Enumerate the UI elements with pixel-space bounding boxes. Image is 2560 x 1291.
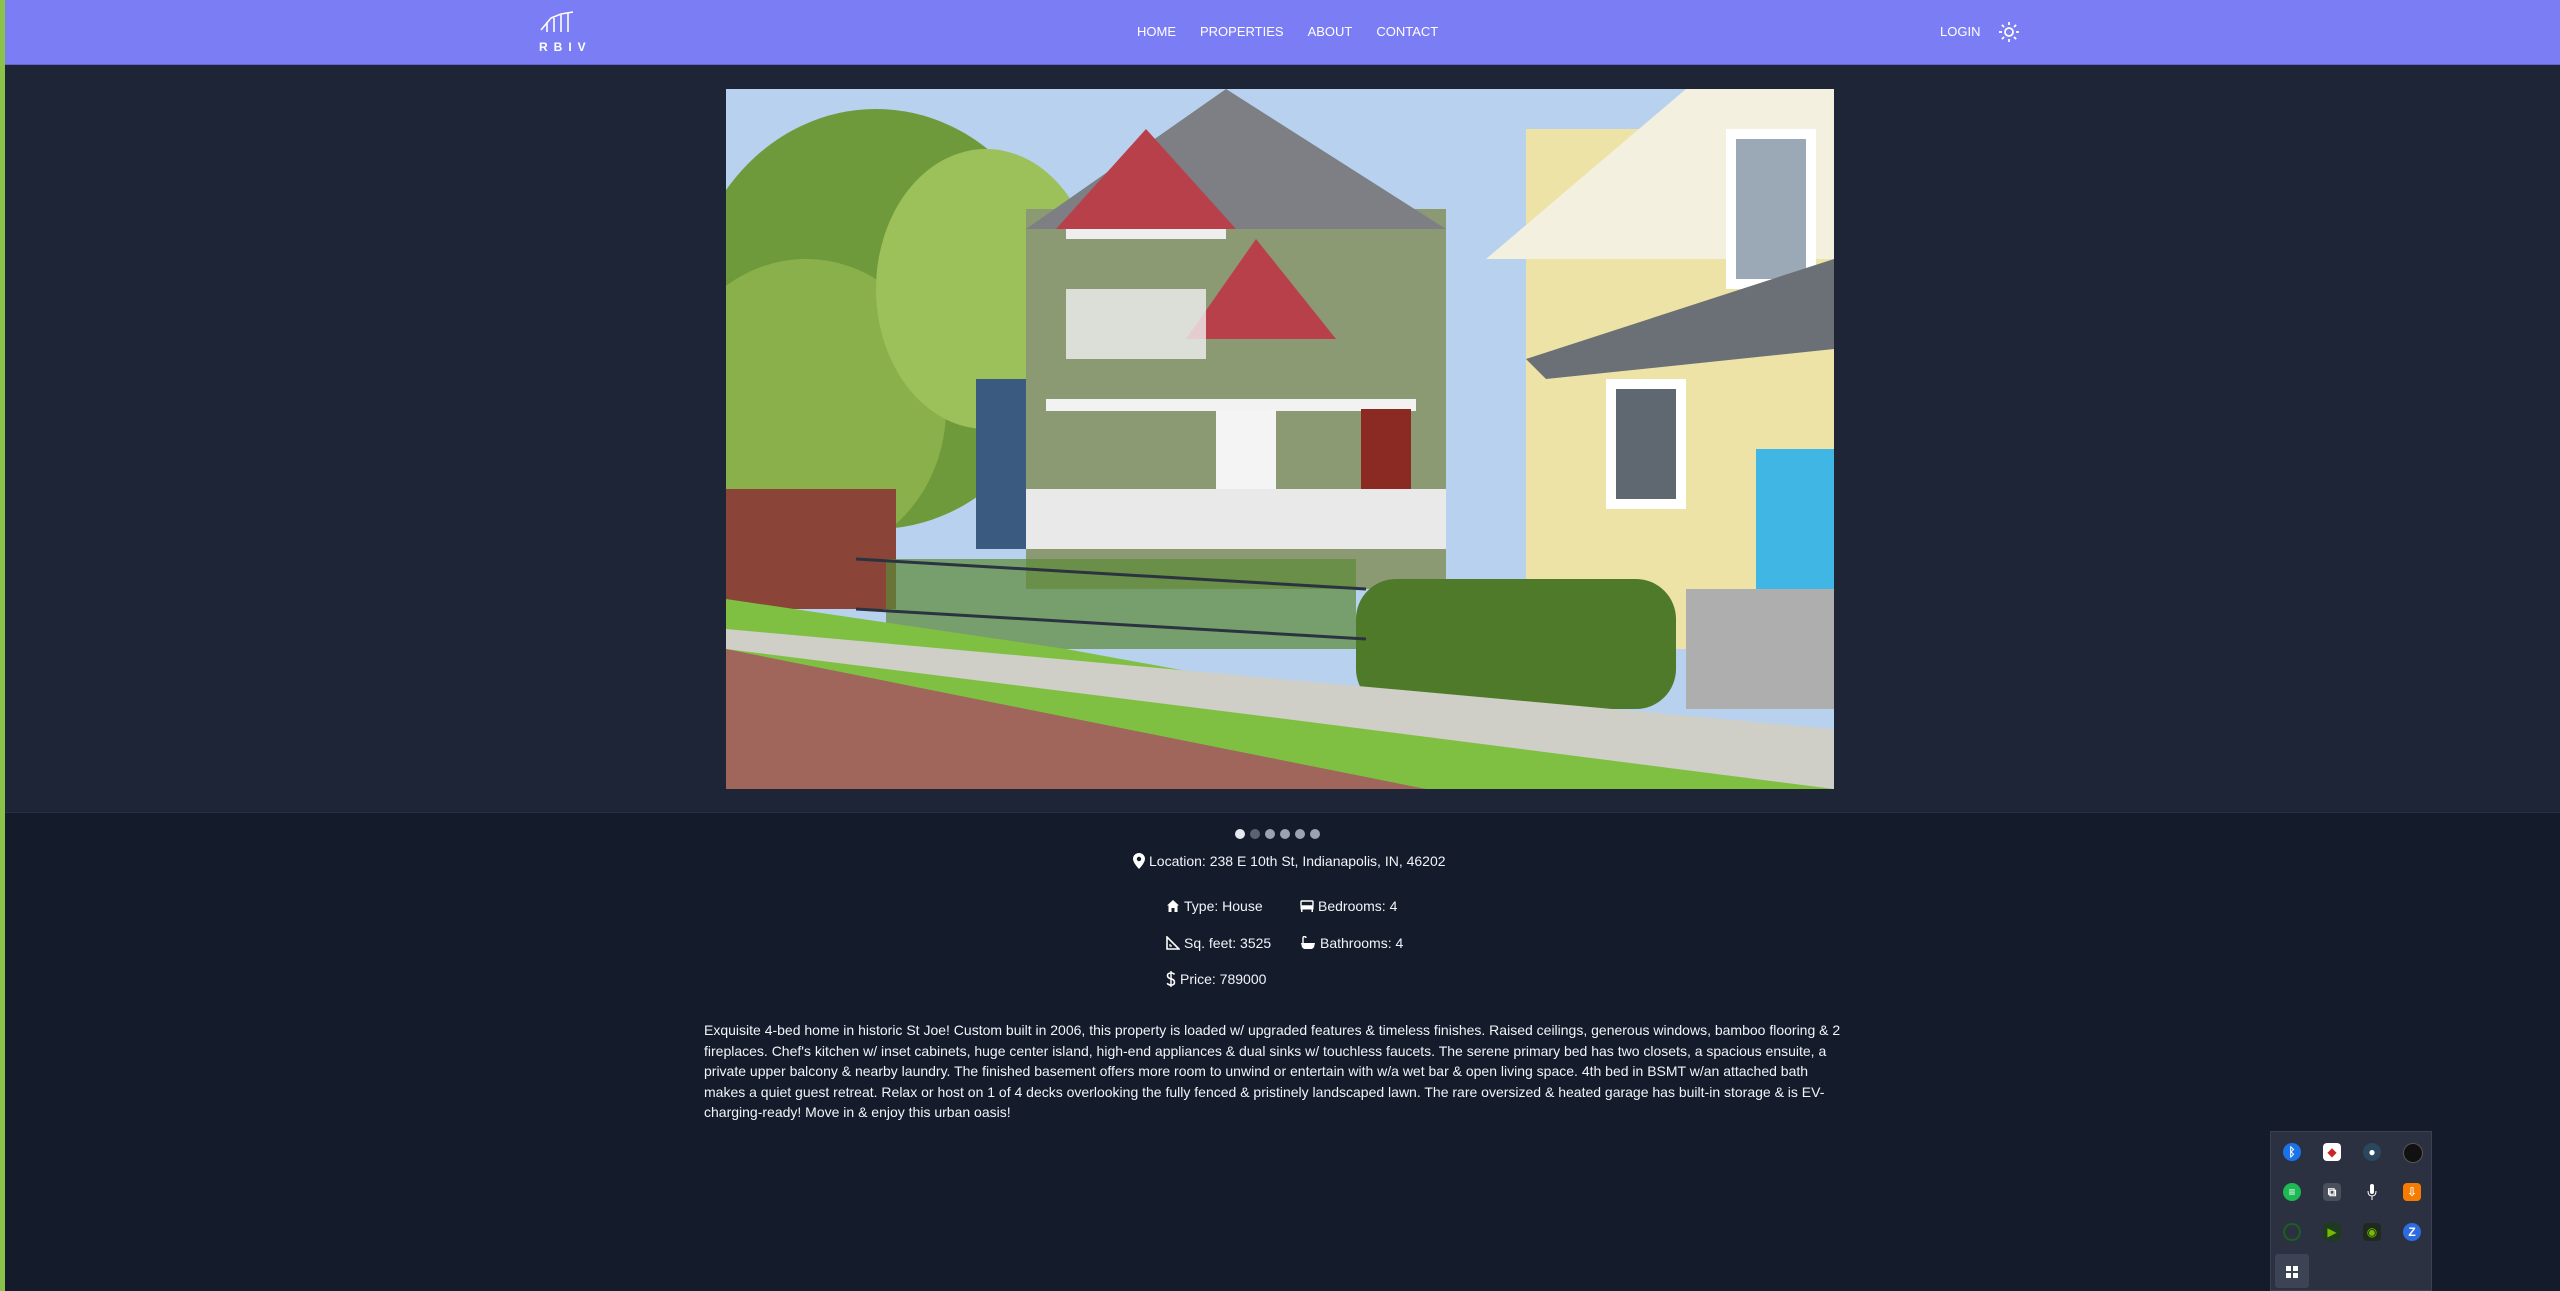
bathrooms-row: Bathrooms: 4 xyxy=(1300,935,1403,951)
home-icon xyxy=(1167,900,1179,912)
bedrooms-text: Bedrooms: 4 xyxy=(1318,898,1398,914)
logo-text: RBIV xyxy=(539,40,592,54)
bluetooth-icon[interactable]: ᛒ xyxy=(2283,1143,2301,1161)
nvidia-icon[interactable]: ◉ xyxy=(2363,1223,2381,1241)
carousel-dot-6[interactable] xyxy=(1310,829,1320,839)
media-play-icon[interactable]: ▶ xyxy=(2323,1223,2341,1241)
microphone-icon[interactable] xyxy=(2363,1183,2381,1201)
main-nav: HOME PROPERTIES ABOUT CONTACT xyxy=(1137,24,1438,39)
login-link[interactable]: LOGIN xyxy=(1940,24,1980,39)
steam-icon[interactable]: ● xyxy=(2363,1143,2381,1161)
sqft-text: Sq. feet: 3525 xyxy=(1184,935,1272,951)
sun-icon[interactable] xyxy=(1997,20,2021,44)
price-row: Price: 789000 xyxy=(1166,971,1266,987)
update-icon[interactable]: ⇩ xyxy=(2403,1183,2421,1201)
navbar: RBIV HOME PROPERTIES ABOUT CONTACT LOGIN xyxy=(5,0,2560,65)
system-tray-overflow: ᛒ ◆ ● ≡ ⧉ ⇩ ▶ ◉ Z xyxy=(2270,1131,2432,1291)
copy-icon[interactable]: ⧉ xyxy=(2323,1183,2341,1201)
nav-home[interactable]: HOME xyxy=(1137,24,1176,39)
bedrooms-row: Bedrooms: 4 xyxy=(1300,898,1397,914)
property-photo[interactable] xyxy=(726,89,1834,789)
carousel-dot-2[interactable] xyxy=(1250,829,1260,839)
type-text: Type: House xyxy=(1184,898,1263,914)
logo-icon xyxy=(540,11,574,32)
carousel-dot-5[interactable] xyxy=(1295,829,1305,839)
spotify-icon[interactable]: ≡ xyxy=(2283,1183,2301,1201)
dollar-icon xyxy=(1166,971,1176,987)
obs-icon[interactable] xyxy=(2403,1143,2423,1163)
bathrooms-text: Bathrooms: 4 xyxy=(1320,935,1404,951)
sqft-row: Sq. feet: 3525 xyxy=(1166,935,1271,951)
location-text: Location: 238 E 10th St, Indianapolis, I… xyxy=(1149,853,1446,869)
price-text: Price: 789000 xyxy=(1180,971,1267,987)
nav-properties[interactable]: PROPERTIES xyxy=(1200,24,1284,39)
map-pin-icon xyxy=(1133,853,1145,869)
location-row: Location: 238 E 10th St, Indianapolis, I… xyxy=(1133,853,1446,869)
security-shield-icon[interactable]: ◆ xyxy=(2323,1143,2341,1161)
type-row: Type: House xyxy=(1166,898,1263,914)
zoom-icon[interactable]: Z xyxy=(2403,1223,2421,1241)
carousel-dot-3[interactable] xyxy=(1265,829,1275,839)
bathtub-icon xyxy=(1301,936,1315,949)
carousel-dot-1[interactable] xyxy=(1235,829,1245,839)
carousel-dot-4[interactable] xyxy=(1280,829,1290,839)
bed-icon xyxy=(1300,900,1314,912)
site-logo[interactable]: RBIV xyxy=(535,10,595,56)
nav-about[interactable]: ABOUT xyxy=(1308,24,1353,39)
ruler-triangle-icon xyxy=(1166,936,1180,950)
property-description: Exquisite 4-bed home in historic St Joe!… xyxy=(704,1022,1841,1120)
taskbar-pin-icon[interactable] xyxy=(2283,1263,2301,1281)
network-icon[interactable] xyxy=(2283,1223,2301,1241)
carousel-dots xyxy=(1235,829,1320,839)
nav-contact[interactable]: CONTACT xyxy=(1376,24,1438,39)
